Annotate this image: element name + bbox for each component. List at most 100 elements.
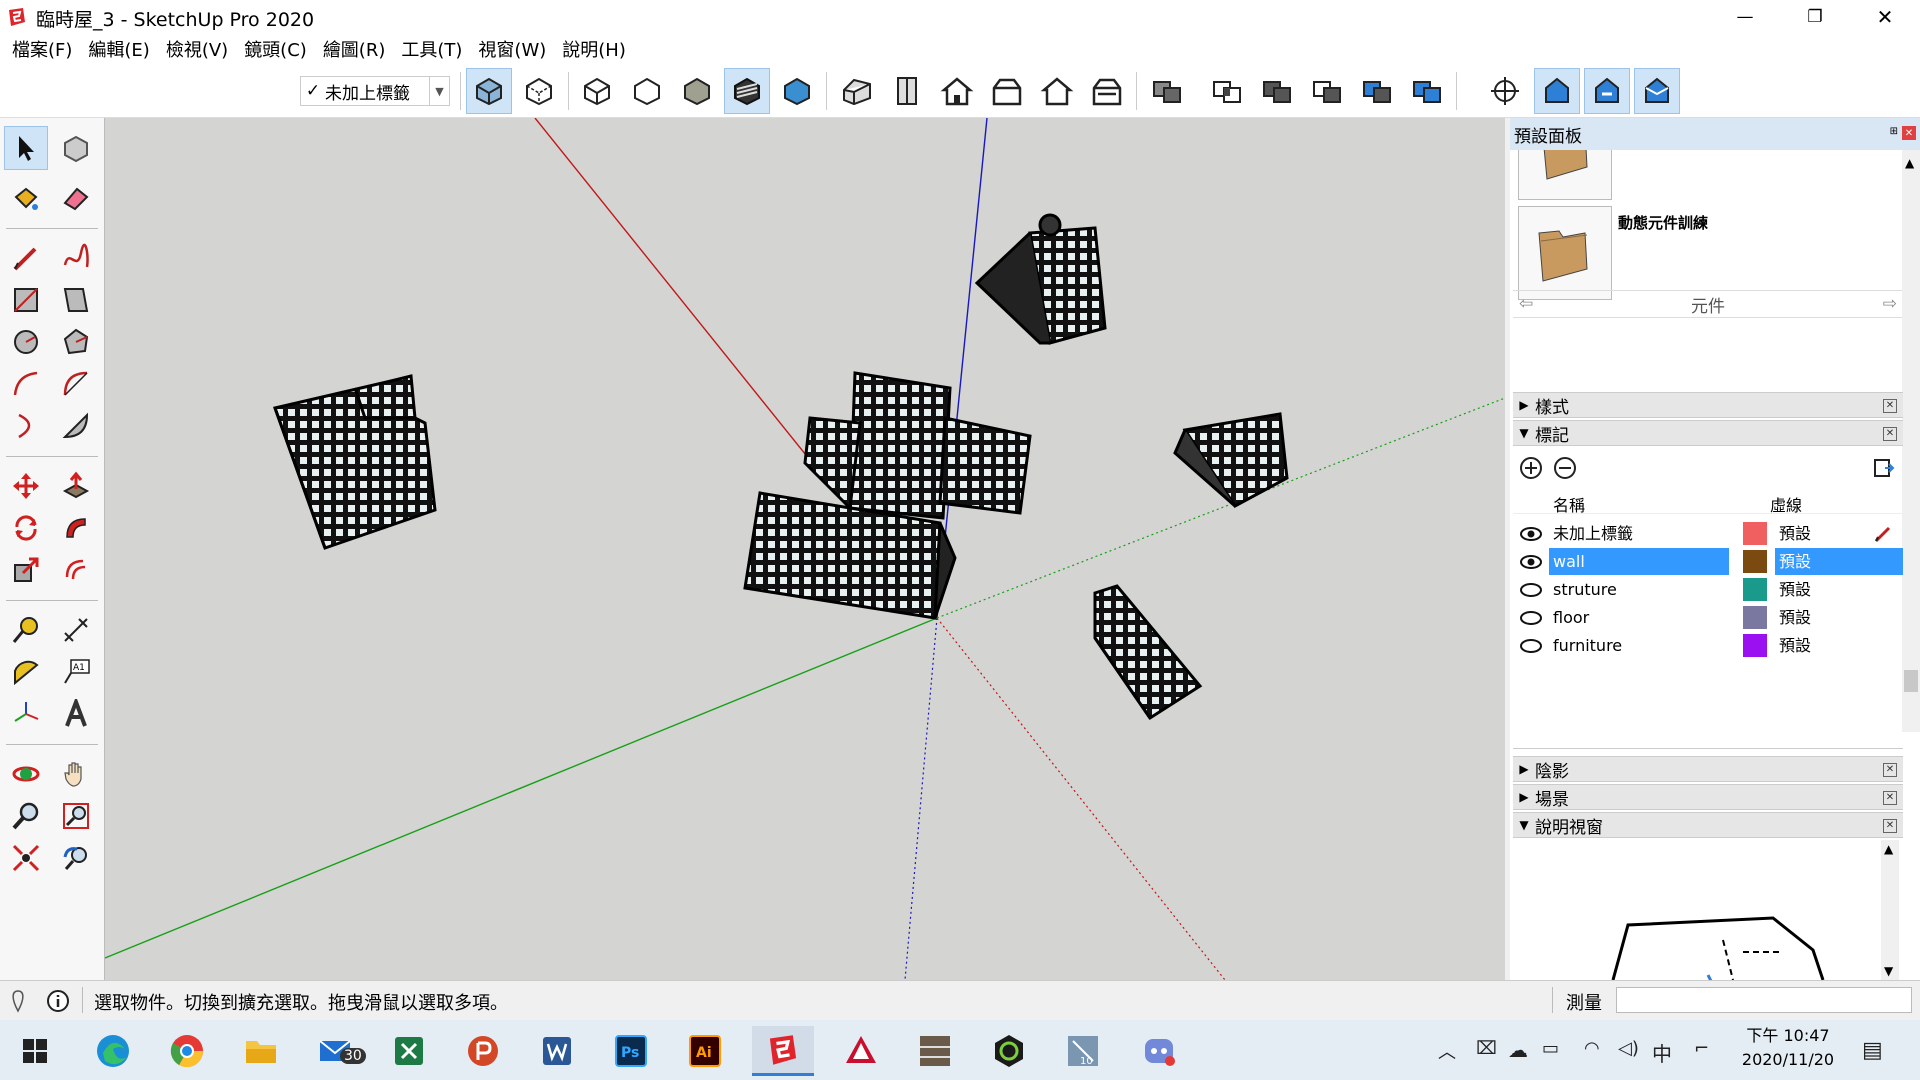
menu-draw[interactable]: 繪圖(R): [315, 34, 394, 64]
volume-icon[interactable]: ◁): [1618, 1038, 1639, 1059]
zoom-extents-tool[interactable]: [4, 836, 48, 880]
shaded-textures-button[interactable]: [724, 68, 770, 114]
taskbar-excel[interactable]: [378, 1026, 440, 1076]
instructor-close-icon[interactable]: ✕: [1883, 819, 1897, 833]
scenes-section-header[interactable]: ▶ 場景 ✕: [1513, 784, 1903, 810]
zoom-tool[interactable]: [4, 794, 48, 838]
wireframe-button[interactable]: [574, 68, 620, 114]
move-tool[interactable]: [4, 464, 48, 508]
union-button[interactable]: [1254, 68, 1300, 114]
rotate-tool[interactable]: [4, 506, 48, 550]
circle-tool[interactable]: [4, 320, 48, 364]
tag-color-swatch[interactable]: [1743, 522, 1767, 545]
measurements-input[interactable]: [1616, 987, 1912, 1013]
taskbar-layout[interactable]: [904, 1026, 966, 1076]
taskbar-discord[interactable]: [1128, 1026, 1190, 1076]
back-view-button[interactable]: [1034, 68, 1080, 114]
eye-hidden-icon[interactable]: [1513, 582, 1549, 597]
tag-color-swatch[interactable]: [1743, 634, 1767, 657]
tag-name[interactable]: wall: [1549, 548, 1729, 575]
battery-icon[interactable]: ▭: [1542, 1038, 1559, 1059]
three-point-arc-tool[interactable]: [4, 404, 48, 448]
tag-color-swatch[interactable]: [1743, 606, 1767, 629]
rotated-rectangle-tool[interactable]: [54, 278, 98, 322]
add-tag-icon[interactable]: [1519, 456, 1543, 480]
taskbar-sketchup[interactable]: [752, 1026, 814, 1076]
menu-file[interactable]: 檔案(F): [4, 34, 80, 64]
offset-tool[interactable]: [54, 548, 98, 592]
instructor-section-header[interactable]: ▼ 說明視窗 ✕: [1513, 812, 1903, 838]
pan-tool[interactable]: [54, 752, 98, 796]
start-button[interactable]: [4, 1026, 66, 1076]
two-point-arc-tool[interactable]: [54, 362, 98, 406]
tags-dashes-column[interactable]: 虛線: [1770, 492, 1802, 516]
outer-shell-button[interactable]: [1144, 68, 1190, 114]
tag-details-icon[interactable]: [1871, 456, 1895, 480]
protractor-tool[interactable]: [4, 650, 48, 694]
tags-name-column[interactable]: 名稱: [1553, 492, 1585, 516]
component-thumbnail[interactable]: [1518, 150, 1612, 200]
hidden-line-button[interactable]: [624, 68, 670, 114]
subtract-button[interactable]: [1304, 68, 1350, 114]
menu-edit[interactable]: 編輯(E): [80, 34, 157, 64]
tag-row[interactable]: floor 預設: [1513, 604, 1903, 631]
warehouse-button[interactable]: [1534, 68, 1580, 114]
polygon-tool[interactable]: [54, 320, 98, 364]
notification-icon[interactable]: ▤: [1862, 1038, 1883, 1063]
left-view-button[interactable]: [1084, 68, 1130, 114]
taskbar-chrome[interactable]: [156, 1026, 218, 1076]
tag-name[interactable]: floor: [1549, 604, 1729, 631]
share-model-button[interactable]: [1584, 68, 1630, 114]
ime-mode-icon[interactable]: ⌐: [1694, 1038, 1709, 1059]
freehand-tool[interactable]: [54, 236, 98, 280]
tag-dashes[interactable]: 預設: [1775, 576, 1903, 603]
pin-icon[interactable]: ⊞: [1890, 126, 1898, 137]
back-edges-button[interactable]: [516, 68, 562, 114]
taskbar-photoshop[interactable]: Ps: [600, 1026, 662, 1076]
taskbar-mail[interactable]: 30: [304, 1026, 366, 1076]
orbit-tool[interactable]: [4, 752, 48, 796]
tag-name[interactable]: struture: [1549, 576, 1729, 603]
tag-name[interactable]: 未加上標籤: [1549, 520, 1729, 547]
tag-dashes[interactable]: 預設: [1775, 604, 1903, 631]
text-tool[interactable]: A1: [54, 650, 98, 694]
ime-indicator[interactable]: 中: [1652, 1038, 1672, 1067]
extension-warehouse-button[interactable]: [1634, 68, 1680, 114]
forward-arrow-icon[interactable]: ⇨: [1883, 294, 1897, 314]
tag-row[interactable]: wall 預設: [1513, 548, 1903, 575]
model-viewport[interactable]: [105, 118, 1505, 980]
taskbar-app-10[interactable]: 10: [1052, 1026, 1114, 1076]
scenes-close-icon[interactable]: ✕: [1883, 791, 1897, 805]
tray-scrollbar[interactable]: ▲: [1902, 150, 1920, 732]
maximize-button[interactable]: ❐: [1780, 0, 1850, 34]
scroll-up-icon[interactable]: ▲: [1884, 842, 1893, 856]
menu-camera[interactable]: 鏡頭(C): [236, 34, 315, 64]
eraser-tool[interactable]: [54, 176, 98, 220]
taskbar-edge[interactable]: [82, 1026, 144, 1076]
tags-close-icon[interactable]: ✕: [1883, 427, 1897, 441]
taskbar-file-explorer[interactable]: [230, 1026, 292, 1076]
menu-help[interactable]: 說明(H): [554, 34, 634, 64]
menu-window[interactable]: 視窗(W): [470, 34, 554, 64]
clock[interactable]: 下午 10:47 2020/11/20: [1738, 1024, 1838, 1072]
xray-style-button[interactable]: [466, 68, 512, 114]
instructor-scrollbar[interactable]: ▲ ▼: [1881, 840, 1899, 980]
menu-view[interactable]: 檢視(V): [158, 34, 236, 64]
component-thumbnail-dynamic[interactable]: [1518, 206, 1612, 300]
tags-section-header[interactable]: ▼ 標記 ✕: [1513, 420, 1903, 446]
show-hidden-icons-icon[interactable]: ︿: [1438, 1038, 1456, 1064]
tray-close-button[interactable]: ✕: [1902, 126, 1916, 140]
paint-bucket-tool[interactable]: [4, 176, 48, 220]
wifi-icon[interactable]: ◠: [1584, 1038, 1600, 1059]
zoom-window-tool[interactable]: [54, 794, 98, 838]
tag-dashes[interactable]: 預設: [1775, 632, 1903, 659]
back-arrow-icon[interactable]: ⇦: [1519, 294, 1533, 314]
select-tool[interactable]: [4, 126, 48, 170]
scroll-thumb[interactable]: [1904, 670, 1918, 692]
split-button[interactable]: [1404, 68, 1450, 114]
axes-tool[interactable]: [4, 692, 48, 736]
front-view-button[interactable]: [934, 68, 980, 114]
tag-name[interactable]: furniture: [1549, 632, 1729, 659]
eye-hidden-icon[interactable]: [1513, 610, 1549, 625]
3d-text-tool[interactable]: [54, 692, 98, 736]
